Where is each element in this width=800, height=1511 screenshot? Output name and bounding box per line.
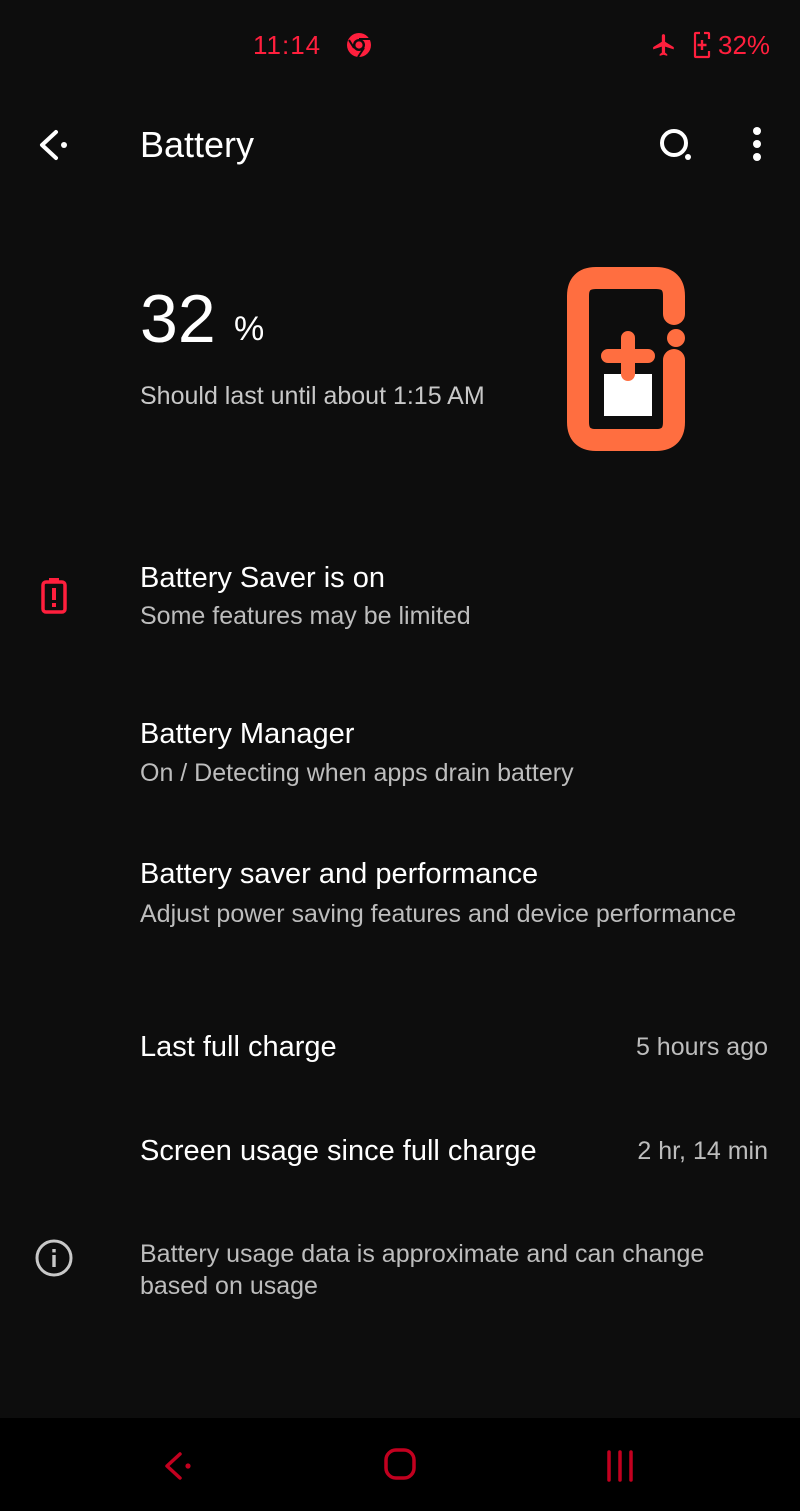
nav-back-icon (165, 1452, 191, 1480)
battery-saver-status-icon (693, 31, 711, 59)
battery-estimate: Should last until about 1:15 AM (140, 382, 485, 410)
battery-usage-footer: Battery usage data is approximate and ca… (0, 1225, 800, 1315)
search-icon (660, 129, 691, 160)
app-bar: Battery (0, 100, 800, 190)
search-button[interactable] (650, 120, 700, 170)
battery-saver-title: Battery Saver is on (140, 562, 385, 594)
airplane-mode-icon (653, 34, 674, 56)
more-options-button[interactable] (738, 120, 778, 170)
battery-usage-footer-text: Battery usage data is approximate and ca… (140, 1240, 705, 1300)
screen-usage-row: Screen usage since full charge 2 hr, 14 … (0, 1115, 800, 1195)
battery-summary: 32 % Should last until about 1:15 AM (0, 240, 800, 470)
screen-usage-title: Screen usage since full charge (140, 1135, 537, 1167)
nav-recents-icon (607, 1450, 633, 1482)
page-title: Battery (140, 124, 255, 165)
battery-alert-icon (41, 578, 67, 614)
last-full-charge-row: Last full charge 5 hours ago (0, 1010, 800, 1090)
more-vert-icon (753, 127, 761, 161)
battery-manager-title: Battery Manager (140, 718, 355, 750)
battery-percent-sign: % (234, 310, 265, 348)
status-bar: 11:14 32% (0, 0, 800, 90)
battery-saver-performance-summary: Adjust power saving features and device … (140, 900, 737, 928)
navigation-bar (0, 1418, 800, 1511)
battery-manager-row[interactable]: Battery Manager On / Detecting when apps… (0, 700, 800, 810)
last-full-charge-value: 5 hours ago (635, 1033, 768, 1061)
battery-saver-status-row[interactable]: Battery Saver is on Some features may be… (0, 540, 800, 650)
status-battery-percent: 32% (718, 30, 771, 60)
nav-recents-button[interactable] (600, 1446, 640, 1486)
battery-manager-summary: On / Detecting when apps drain battery (140, 759, 574, 787)
last-full-charge-title: Last full charge (140, 1031, 337, 1063)
battery-saver-summary: Some features may be limited (140, 602, 471, 630)
battery-saver-performance-title: Battery saver and performance (140, 858, 539, 890)
nav-home-icon (384, 1448, 416, 1480)
back-arrow-icon (40, 130, 67, 160)
nav-back-button[interactable] (160, 1446, 200, 1486)
info-icon (35, 1239, 73, 1277)
status-time: 11:14 (253, 30, 322, 60)
chrome-icon (347, 33, 371, 58)
nav-home-button[interactable] (380, 1444, 420, 1484)
battery-saver-illustration-icon (567, 267, 685, 451)
battery-level: 32 (140, 281, 216, 357)
screen-usage-value: 2 hr, 14 min (637, 1137, 768, 1165)
back-button[interactable] (30, 122, 80, 168)
battery-saver-performance-row[interactable]: Battery saver and performance Adjust pow… (0, 840, 800, 980)
